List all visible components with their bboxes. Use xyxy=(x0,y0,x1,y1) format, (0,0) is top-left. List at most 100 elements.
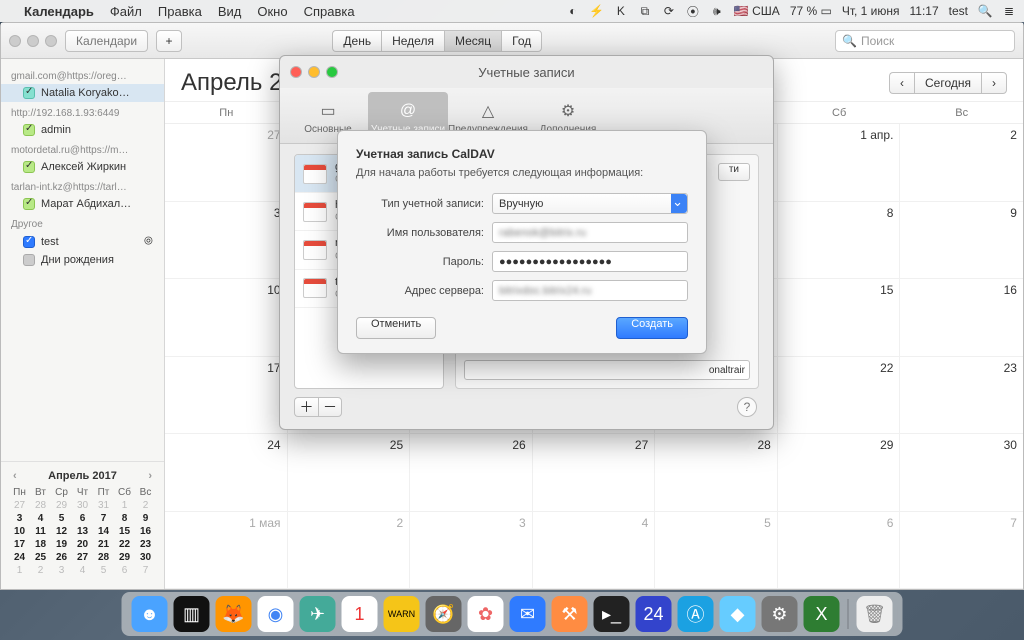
day-cell[interactable]: 24 xyxy=(165,434,288,512)
help-button[interactable]: ? xyxy=(737,397,757,417)
view-week[interactable]: Неделя xyxy=(381,30,444,52)
day-cell[interactable]: 27 xyxy=(165,124,288,202)
prefs-zoom-button[interactable] xyxy=(326,66,338,78)
day-cell[interactable]: 2 xyxy=(288,512,411,590)
username-field[interactable]: rabenok@bitrix.ru xyxy=(492,222,688,243)
sidebar-item[interactable]: test ⦾ xyxy=(1,232,164,251)
add-event-button[interactable]: + xyxy=(156,30,182,52)
day-cell[interactable]: 8 xyxy=(778,202,901,280)
dock-chrome[interactable]: ◉ xyxy=(258,596,294,632)
menubar-date[interactable]: Чт, 1 июня xyxy=(842,4,900,18)
menubar-user[interactable]: test xyxy=(949,4,968,18)
add-account-button[interactable]: ＋ xyxy=(294,397,318,417)
day-cell[interactable]: 1 апр. xyxy=(778,124,901,202)
dock-firefox[interactable]: 🦊 xyxy=(216,596,252,632)
day-cell[interactable]: 28 xyxy=(655,434,778,512)
zoom-button[interactable] xyxy=(45,35,57,47)
day-cell[interactable]: 30 xyxy=(900,434,1023,512)
dock-trash[interactable]: 🗑 xyxy=(857,596,893,632)
sidebar-item[interactable]: Дни рождения xyxy=(1,251,164,269)
dock-warning[interactable]: WARN xyxy=(384,596,420,632)
dock-appstore[interactable]: Ⓐ xyxy=(678,596,714,632)
input-source[interactable]: 🇺🇸 США xyxy=(734,4,780,18)
dock-safari[interactable]: 🧭 xyxy=(426,596,462,632)
mini-next[interactable]: › xyxy=(144,470,156,482)
dock-sysprefs[interactable]: ⚙ xyxy=(762,596,798,632)
volume-icon[interactable]: 🕪 xyxy=(710,4,724,18)
cancel-button[interactable]: Отменить xyxy=(356,317,436,339)
today-button[interactable]: Сегодня xyxy=(914,72,981,94)
dock-app1[interactable]: ✈ xyxy=(300,596,336,632)
day-cell[interactable]: 23 xyxy=(900,357,1023,435)
remove-account-button[interactable]: － xyxy=(318,397,342,417)
menu-help[interactable]: Справка xyxy=(304,4,355,19)
calendar-checkbox[interactable] xyxy=(23,87,35,99)
calendars-button[interactable]: Календари xyxy=(65,30,148,52)
detail-select[interactable]: onaltrair xyxy=(464,360,750,380)
menu-window[interactable]: Окно xyxy=(257,4,287,19)
sidebar-item[interactable]: Natalia Koryako… xyxy=(1,84,164,102)
close-button[interactable] xyxy=(9,35,21,47)
day-cell[interactable]: 7 xyxy=(900,512,1023,590)
edit-button[interactable]: ти xyxy=(718,163,750,181)
notification-center-icon[interactable]: ≣ xyxy=(1002,4,1016,18)
sidebar-item[interactable]: Марат Абдихал… xyxy=(1,195,164,213)
sync-icon[interactable]: ⟳ xyxy=(662,4,676,18)
create-button[interactable]: Создать xyxy=(616,317,688,339)
mini-prev[interactable]: ‹ xyxy=(9,470,21,482)
day-cell[interactable]: 3 xyxy=(165,202,288,280)
calendar-checkbox[interactable] xyxy=(23,198,35,210)
dock-b24[interactable]: 24 xyxy=(636,596,672,632)
prefs-minimize-button[interactable] xyxy=(308,66,320,78)
day-cell[interactable]: 17 xyxy=(165,357,288,435)
account-type-select[interactable]: Вручную xyxy=(492,193,688,214)
dock-finder[interactable]: ☻ xyxy=(132,596,168,632)
dock-app3[interactable]: ◆ xyxy=(720,596,756,632)
dock-excel[interactable]: X xyxy=(804,596,840,632)
dock-activity[interactable]: ▥ xyxy=(174,596,210,632)
dock-terminal[interactable]: ▸_ xyxy=(594,596,630,632)
server-field[interactable]: bitrixdoc.bitrix24.ru xyxy=(492,280,688,301)
password-field[interactable]: ●●●●●●●●●●●●●●●●● xyxy=(492,251,688,272)
search-input[interactable]: 🔍 Поиск xyxy=(835,30,1015,52)
battery-status[interactable]: 77 % ▭ xyxy=(790,4,832,18)
status-icon[interactable]: ◐ xyxy=(566,4,580,18)
day-cell[interactable]: 2 xyxy=(900,124,1023,202)
next-month-button[interactable]: › xyxy=(981,72,1007,94)
day-cell[interactable]: 3 xyxy=(410,512,533,590)
dock-calendar[interactable]: 1 xyxy=(342,596,378,632)
day-cell[interactable]: 16 xyxy=(900,279,1023,357)
day-cell[interactable]: 26 xyxy=(410,434,533,512)
menu-edit[interactable]: Правка xyxy=(158,4,202,19)
menu-view[interactable]: Вид xyxy=(218,4,242,19)
day-cell[interactable]: 4 xyxy=(533,512,656,590)
view-month[interactable]: Месяц xyxy=(444,30,501,52)
calendar-checkbox[interactable] xyxy=(23,161,35,173)
day-cell[interactable]: 25 xyxy=(288,434,411,512)
calendar-checkbox[interactable] xyxy=(23,236,35,248)
day-cell[interactable]: 9 xyxy=(900,202,1023,280)
app-menu[interactable]: Календарь xyxy=(24,4,94,19)
view-day[interactable]: День xyxy=(332,30,381,52)
k-icon[interactable]: K xyxy=(614,4,628,18)
day-cell[interactable]: 10 xyxy=(165,279,288,357)
minimize-button[interactable] xyxy=(27,35,39,47)
day-cell[interactable]: 27 xyxy=(533,434,656,512)
wifi-icon[interactable]: ⦿ xyxy=(686,4,700,18)
day-cell[interactable]: 6 xyxy=(778,512,901,590)
menubar-time[interactable]: 11:17 xyxy=(910,4,939,18)
day-cell[interactable]: 22 xyxy=(778,357,901,435)
sidebar-item[interactable]: admin xyxy=(1,121,164,139)
spotlight-icon[interactable]: 🔍 xyxy=(978,4,992,18)
day-cell[interactable]: 29 xyxy=(778,434,901,512)
dock-photos[interactable]: ✿ xyxy=(468,596,504,632)
calendar-checkbox[interactable] xyxy=(23,124,35,136)
menu-file[interactable]: Файл xyxy=(110,4,142,19)
day-cell[interactable]: 1 мая xyxy=(165,512,288,590)
calendar-checkbox[interactable] xyxy=(23,254,35,266)
day-cell[interactable]: 15 xyxy=(778,279,901,357)
bolt-icon[interactable]: ⚡ xyxy=(590,4,604,18)
dock-mail[interactable]: ✉ xyxy=(510,596,546,632)
prev-month-button[interactable]: ‹ xyxy=(889,72,914,94)
dock-app2[interactable]: ⚒ xyxy=(552,596,588,632)
